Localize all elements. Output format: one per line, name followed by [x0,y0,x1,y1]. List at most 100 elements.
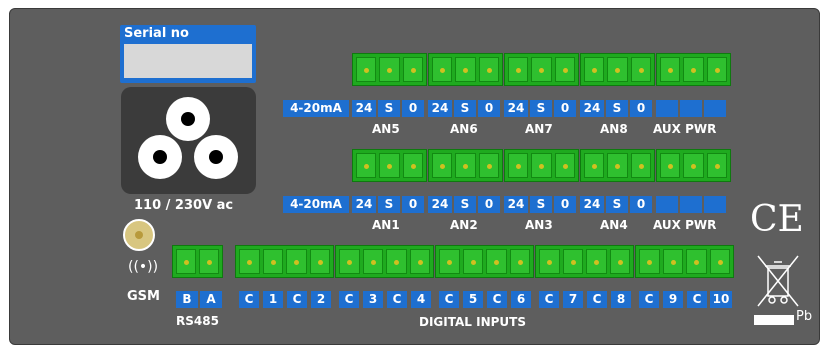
terminal-screw [660,153,681,178]
terminal-screw [176,249,196,274]
terminal-screw [356,57,377,82]
terminal-screw [199,249,219,274]
terminal-screw [386,249,407,274]
group-label-an3: AN3 [525,218,553,232]
pin-label: 7 [563,291,583,308]
pin-label: C [239,291,259,308]
terminal-screw [402,153,423,178]
terminal-screw [639,249,660,274]
terminal-block-digital-5-6[interactable] [435,245,534,278]
terminal-screw [554,57,575,82]
pin-label: C [339,291,359,308]
pin-label: C [539,291,559,308]
terminal-screw [607,57,628,82]
pin-label: C [439,291,459,308]
serial-label: Serial no [124,26,189,41]
terminal-block-an7[interactable] [504,53,579,86]
aux-pin-label [656,100,678,117]
terminal-block-aux-top[interactable] [656,53,731,86]
pin-label: S [378,100,400,117]
rs485-label: RS485 [176,314,219,328]
pin-label: 4 [411,291,431,308]
terminal-block-an3[interactable] [504,149,579,182]
terminal-screw [402,57,423,82]
terminal-screw [486,249,507,274]
terminal-screw [630,57,651,82]
pin-label: 2 [311,291,331,308]
terminal-block-an6[interactable] [428,53,503,86]
weee-bin-icon [757,255,799,307]
terminal-block-digital-9-10[interactable] [635,245,734,278]
group-label-an2: AN2 [450,218,478,232]
terminal-block-an2[interactable] [428,149,503,182]
terminal-screw [660,57,681,82]
aux-power-label-top: AUX PWR [653,122,717,136]
terminal-screw [478,153,499,178]
terminal-block-digital-1-2[interactable] [235,245,334,278]
terminal-screw [339,249,360,274]
pin-label: 24 [504,196,528,213]
aux-pin-label [680,100,702,117]
terminal-block-an8[interactable] [580,53,655,86]
pin-label: A [200,291,222,308]
terminal-screw [683,153,704,178]
aux-pin-label [680,196,702,213]
pin-label: B [176,291,198,308]
terminal-screw [584,57,605,82]
terminal-screw [439,249,460,274]
antenna-connector[interactable] [123,219,155,251]
terminal-screw [607,153,628,178]
pin-label: 0 [402,100,424,117]
terminal-screw [262,249,283,274]
terminal-block-an5[interactable] [352,53,427,86]
terminal-screw [562,249,583,274]
group-label-an1: AN1 [372,218,400,232]
aux-pin-label [656,196,678,213]
pb-label: Pb [796,309,813,324]
pin-label: C [487,291,507,308]
terminal-screw [379,153,400,178]
pin-label: C [639,291,659,308]
power-pin-neutral [194,135,238,179]
voltage-label: 110 / 230V ac [134,198,234,213]
terminal-block-an1[interactable] [352,149,427,182]
terminal-block-digital-7-8[interactable] [535,245,634,278]
pin-label: 1 [263,291,283,308]
gsm-label: GSM [127,289,160,304]
pin-label: 24 [580,196,604,213]
terminal-block-an4[interactable] [580,149,655,182]
pin-label: S [606,100,628,117]
terminal-screw [409,249,430,274]
terminal-screw [709,249,730,274]
pin-label: S [606,196,628,213]
terminal-screw [609,249,630,274]
terminal-screw [478,57,499,82]
pin-label: 0 [554,196,576,213]
pin-label: S [454,100,476,117]
terminal-block-rs485[interactable] [172,245,223,278]
mode-label-bottom: 4-20mA [283,196,349,213]
group-label-an6: AN6 [450,122,478,136]
terminal-block-digital-3-4[interactable] [335,245,434,278]
terminal-block-aux-bottom[interactable] [656,149,731,182]
terminal-screw [706,57,727,82]
terminal-screw [630,153,651,178]
pin-label: 0 [554,100,576,117]
pin-label: C [687,291,707,308]
pb-bar [754,315,794,325]
pin-label: C [287,291,307,308]
pin-label: C [587,291,607,308]
power-pin-earth [166,97,210,141]
terminal-screw [432,153,453,178]
group-label-an5: AN5 [372,122,400,136]
device-back-panel: Serial no 110 / 230V ac ((•)) GSM 4-20mA… [9,8,820,345]
serial-number-field [124,44,252,78]
mode-label-top: 4-20mA [283,100,349,117]
power-inlet-socket[interactable] [121,87,256,194]
aux-pin-label [704,196,726,213]
terminal-screw [554,153,575,178]
group-label-an4: AN4 [600,218,628,232]
pin-label: 24 [580,100,604,117]
terminal-screw [586,249,607,274]
terminal-screw [531,153,552,178]
